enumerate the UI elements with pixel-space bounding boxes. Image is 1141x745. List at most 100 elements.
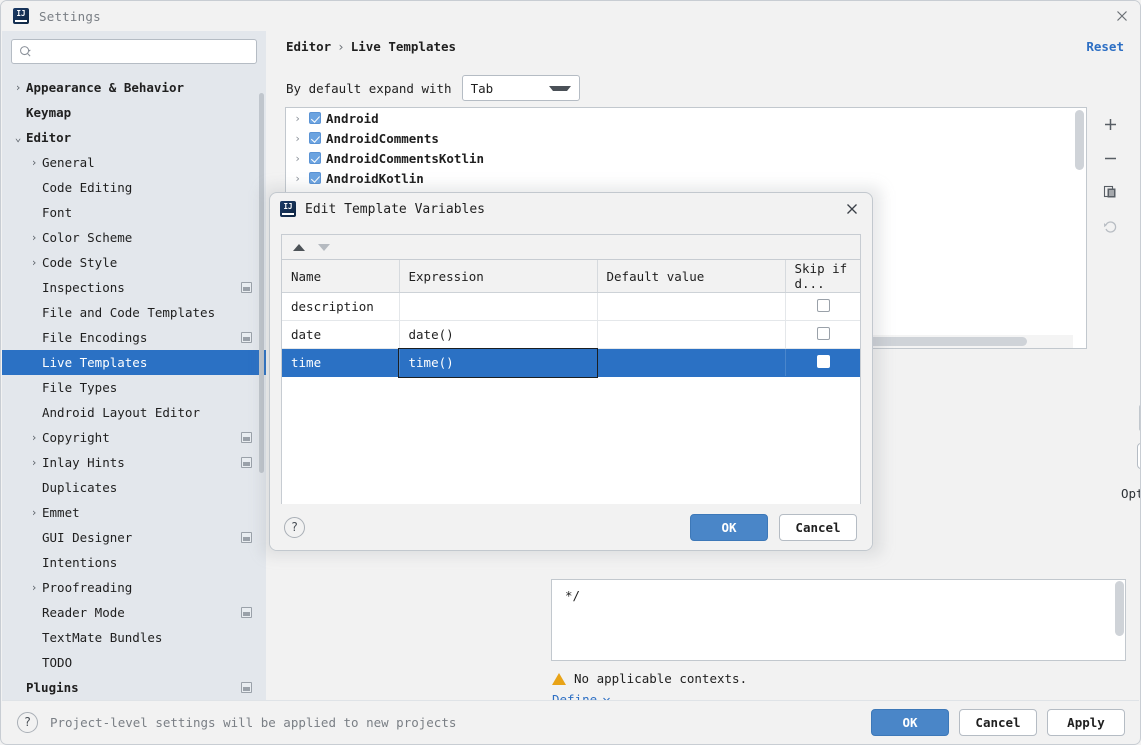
variable-expression-cell[interactable]: [399, 292, 598, 321]
dialog-close-icon[interactable]: [844, 201, 860, 217]
template-group-checkbox[interactable]: [309, 172, 321, 184]
search-wrap: [2, 31, 266, 70]
chevron-right-icon[interactable]: ›: [26, 456, 42, 469]
variable-name-cell[interactable]: time: [282, 348, 400, 377]
variables-table[interactable]: Name Expression Default value Skip if d... …: [281, 259, 861, 524]
default-expand-combo[interactable]: Tab: [461, 75, 580, 101]
chevron-right-icon[interactable]: ›: [291, 152, 304, 165]
sidebar-item-file-encodings[interactable]: File Encodings: [2, 325, 266, 350]
sidebar-item-keymap[interactable]: Keymap: [2, 100, 266, 125]
sidebar-item-proofreading[interactable]: › Proofreading: [2, 575, 266, 600]
editor-scroll-thumb[interactable]: [1115, 581, 1124, 636]
chevron-right-icon[interactable]: ›: [26, 581, 42, 594]
breadcrumb-separator-icon: ›: [337, 39, 345, 54]
skip-if-defined-checkbox[interactable]: [817, 298, 831, 312]
sidebar-item-inlay-hints[interactable]: › Inlay Hints: [2, 450, 266, 475]
template-group-row[interactable]: › AndroidCommentsKotlin: [286, 148, 1086, 168]
dialog-help-icon[interactable]: ?: [284, 516, 305, 538]
cancel-button[interactable]: Cancel: [959, 708, 1037, 736]
sidebar-item-textmate-bundles[interactable]: TextMate Bundles: [2, 625, 266, 650]
sidebar-item-todo[interactable]: TODO: [2, 650, 266, 675]
window-titlebar: IJ Settings: [1, 1, 1140, 31]
template-group-checkbox[interactable]: [309, 152, 321, 164]
add-template-button[interactable]: [1093, 107, 1127, 141]
sidebar-item-code-editing[interactable]: Code Editing: [2, 175, 266, 200]
breadcrumb-parent[interactable]: Editor: [286, 39, 331, 54]
sidebar-item-copyright[interactable]: › Copyright: [2, 425, 266, 450]
sidebar-item-font[interactable]: Font: [2, 200, 266, 225]
variable-name-cell[interactable]: description: [282, 292, 400, 321]
template-group-checkbox[interactable]: [309, 112, 321, 124]
template-group-row[interactable]: › AndroidComments: [286, 128, 1086, 148]
sidebar-item-editor[interactable]: ⌄ Editor: [2, 125, 266, 150]
chevron-right-icon[interactable]: ›: [291, 132, 304, 145]
sidebar-item-intentions[interactable]: Intentions: [2, 550, 266, 575]
skip-if-defined-checkbox[interactable]: [817, 354, 831, 368]
chevron-right-icon[interactable]: ›: [26, 231, 42, 244]
sidebar-item-android-layout-editor[interactable]: Android Layout Editor: [2, 400, 266, 425]
chevron-down-icon[interactable]: ⌄: [10, 131, 26, 144]
remove-template-button[interactable]: [1093, 141, 1127, 175]
templates-vertical-scrollbar[interactable]: [1073, 108, 1086, 335]
table-row[interactable]: description: [282, 292, 860, 321]
sidebar-item-plugins[interactable]: Plugins: [2, 675, 266, 700]
move-up-icon[interactable]: [293, 243, 305, 251]
variable-default-cell[interactable]: [597, 348, 786, 377]
variables-table-toolbar: [281, 234, 861, 259]
skip-if-defined-cell[interactable]: [785, 292, 860, 321]
template-group-checkbox[interactable]: [309, 132, 321, 144]
apply-button[interactable]: Apply: [1047, 708, 1125, 736]
chevron-right-icon[interactable]: ›: [10, 81, 26, 94]
sidebar-item-gui-designer[interactable]: GUI Designer: [2, 525, 266, 550]
sidebar-item-color-scheme[interactable]: › Color Scheme: [2, 225, 266, 250]
sidebar-item-reader-mode[interactable]: Reader Mode: [2, 600, 266, 625]
project-scope-icon: [241, 282, 252, 293]
skip-if-defined-cell[interactable]: [785, 320, 860, 349]
chevron-right-icon[interactable]: ›: [26, 156, 42, 169]
sidebar-item-file-types[interactable]: File Types: [2, 375, 266, 400]
sidebar-item-file-and-code-templates[interactable]: File and Code Templates: [2, 300, 266, 325]
skip-if-defined-checkbox[interactable]: [817, 326, 831, 340]
sidebar-item-label: TODO: [42, 655, 73, 670]
sidebar-item-inspections[interactable]: Inspections: [2, 275, 266, 300]
dialog-cancel-button[interactable]: Cancel: [779, 513, 857, 541]
search-input[interactable]: [32, 43, 256, 60]
sidebar-item-general[interactable]: › General: [2, 150, 266, 175]
chevron-right-icon[interactable]: ›: [26, 431, 42, 444]
chevron-right-icon[interactable]: ›: [291, 112, 304, 125]
edit-variables-button[interactable]: Edit variables: [1137, 443, 1140, 469]
sidebar-item-emmet[interactable]: › Emmet: [2, 500, 266, 525]
variable-default-cell[interactable]: [597, 320, 786, 349]
template-text-editor[interactable]: */: [551, 579, 1126, 661]
close-icon[interactable]: [1114, 8, 1130, 24]
variable-name-cell[interactable]: date: [282, 320, 400, 349]
search-box[interactable]: [11, 39, 257, 64]
copy-template-button[interactable]: [1093, 175, 1127, 209]
column-header[interactable]: Expression: [399, 260, 598, 293]
table-row[interactable]: time time(): [282, 347, 860, 378]
dialog-ok-button[interactable]: OK: [690, 513, 768, 541]
column-header[interactable]: Skip if d...: [785, 260, 860, 293]
column-header[interactable]: Default value: [597, 260, 786, 293]
chevron-right-icon[interactable]: ›: [26, 506, 42, 519]
template-group-label: AndroidKotlin: [326, 170, 424, 186]
template-group-row[interactable]: › Android: [286, 108, 1086, 128]
sidebar-item-code-style[interactable]: › Code Style: [2, 250, 266, 275]
skip-if-defined-cell[interactable]: [785, 348, 860, 377]
sidebar-item-duplicates[interactable]: Duplicates: [2, 475, 266, 500]
sidebar-item-appearance-behavior[interactable]: › Appearance & Behavior: [2, 75, 266, 100]
variable-expression-cell[interactable]: date(): [399, 320, 598, 349]
table-row[interactable]: date date(): [282, 320, 860, 349]
sidebar-item-live-templates[interactable]: Live Templates: [2, 350, 266, 375]
column-header[interactable]: Name: [282, 260, 400, 293]
help-icon[interactable]: ?: [17, 711, 38, 733]
scroll-thumb[interactable]: [1075, 110, 1084, 170]
variable-default-cell[interactable]: [597, 292, 786, 321]
sidebar-item-label: TextMate Bundles: [42, 630, 163, 645]
reset-link[interactable]: Reset: [1086, 39, 1124, 54]
template-group-row[interactable]: › AndroidKotlin: [286, 168, 1086, 188]
chevron-right-icon[interactable]: ›: [26, 256, 42, 269]
ok-button[interactable]: OK: [871, 708, 949, 736]
chevron-right-icon[interactable]: ›: [291, 172, 304, 185]
variable-expression-input[interactable]: time(): [398, 347, 598, 378]
